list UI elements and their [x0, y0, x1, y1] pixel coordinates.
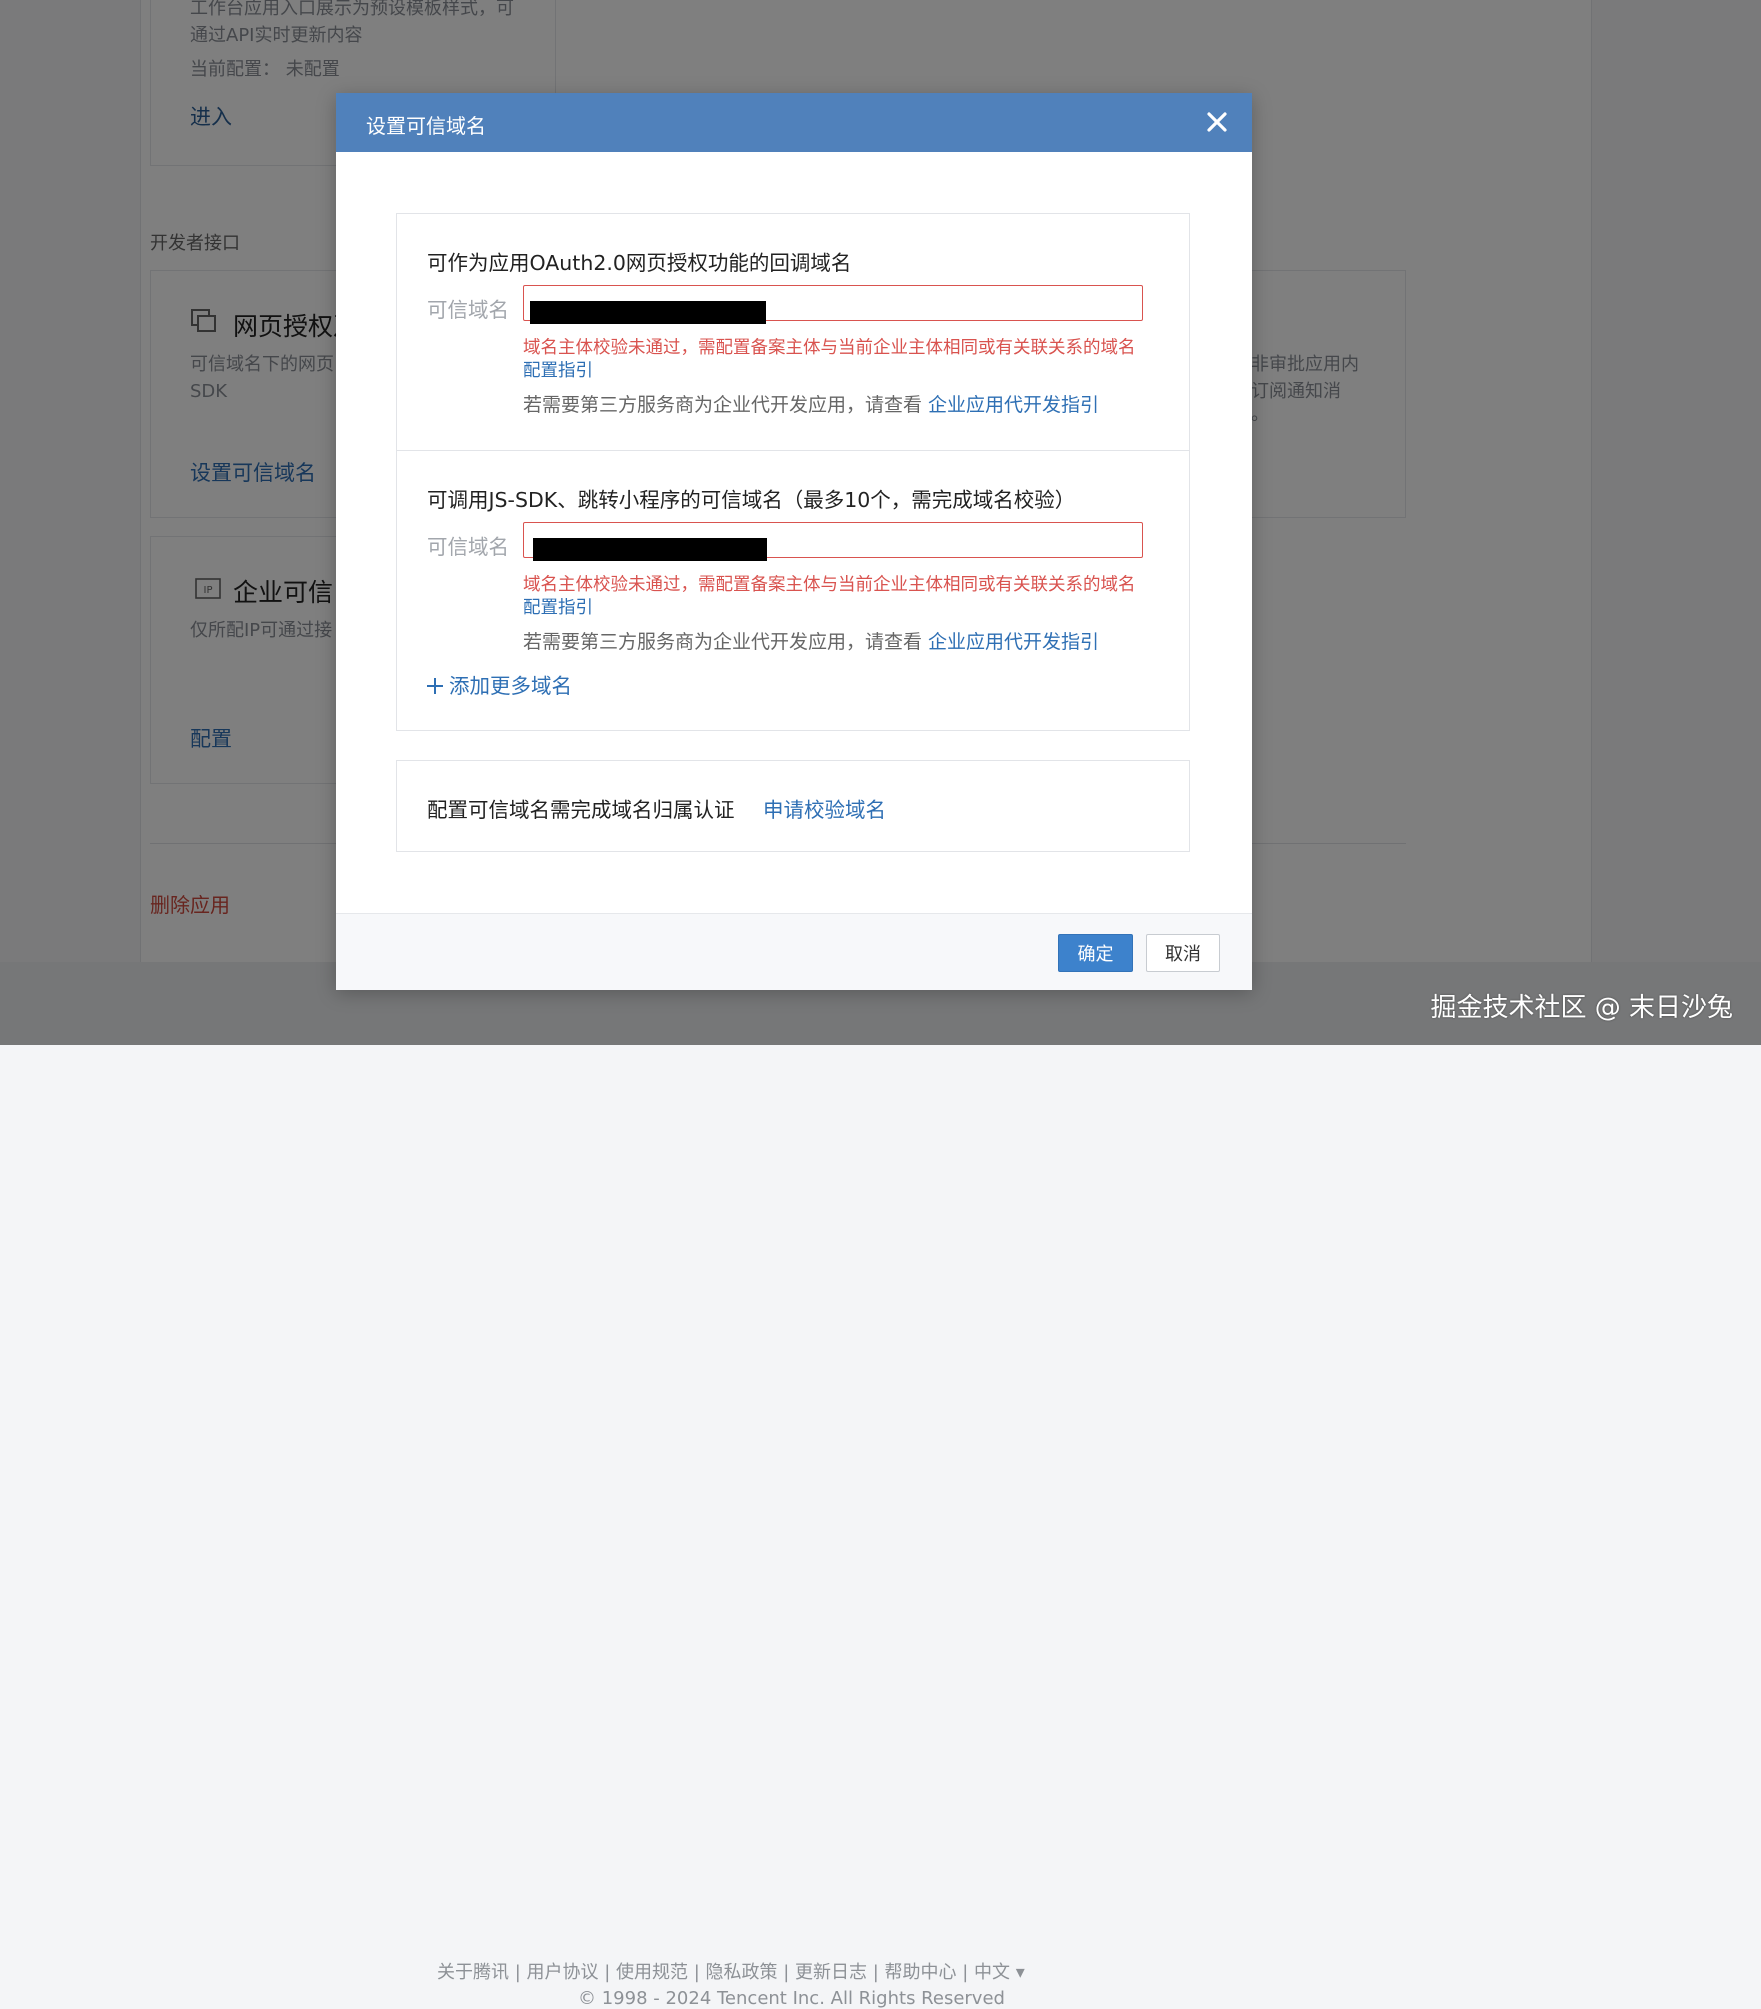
domain-verify-panel: 配置可信域名需完成域名归属认证 申请校验域名: [396, 760, 1190, 852]
cancel-button[interactable]: 取消: [1146, 934, 1220, 972]
jssdk-domain-label: 可信域名: [427, 535, 509, 559]
add-more-domain-button[interactable]: 添加更多域名: [427, 669, 572, 699]
dialog-footer: 确定 取消: [336, 913, 1252, 990]
add-more-domain-label: 添加更多域名: [449, 674, 572, 698]
domain-verify-text: 配置可信域名需完成域名归属认证: [427, 798, 735, 822]
apply-verify-domain-link[interactable]: 申请校验域名: [763, 793, 886, 823]
domain-config-panel: 可作为应用OAuth2.0网页授权功能的回调域名 可信域名 域名主体校验未通过，…: [396, 213, 1190, 731]
jssdk-domain-section: 可调用JS-SDK、跳转小程序的可信域名（最多10个，需完成域名校验） 可信域名…: [397, 451, 1189, 731]
confirm-button[interactable]: 确定: [1058, 934, 1133, 972]
oauth-domain-section: 可作为应用OAuth2.0网页授权功能的回调域名 可信域名 域名主体校验未通过，…: [397, 214, 1189, 450]
oauth-config-guide-link[interactable]: 配置指引: [523, 357, 593, 382]
jssdk-agent-dev-guide-link[interactable]: 企业应用代开发指引: [928, 631, 1099, 653]
oauth-hint-text: 若需要第三方服务商为企业代开发应用，请查看: [523, 394, 929, 416]
oauth-third-party-hint: 若需要第三方服务商为企业代开发应用，请查看 企业应用代开发指引: [523, 390, 1099, 417]
jssdk-third-party-hint: 若需要第三方服务商为企业代开发应用，请查看 企业应用代开发指引: [523, 627, 1099, 654]
dialog-header: 设置可信域名: [336, 93, 1252, 152]
oauth-agent-dev-guide-link[interactable]: 企业应用代开发指引: [928, 394, 1099, 416]
jssdk-domain-error: 域名主体校验未通过，需配置备案主体与当前企业主体相同或有关联关系的域名: [523, 575, 1136, 595]
footer-links[interactable]: 关于腾讯 | 用户协议 | 使用规范 | 隐私政策 | 更新日志 | 帮助中心 …: [437, 1958, 1025, 1984]
close-icon[interactable]: [1202, 107, 1232, 137]
trusted-domain-dialog: 设置可信域名 可作为应用OAuth2.0网页授权功能的回调域名 可信域名 域名主…: [336, 93, 1252, 990]
dialog-title: 设置可信域名: [366, 114, 486, 138]
footer-copyright: © 1998 - 2024 Tencent Inc. All Rights Re…: [578, 1988, 1005, 2009]
oauth-section-title: 可作为应用OAuth2.0网页授权功能的回调域名: [427, 251, 852, 275]
redacted-domain: [533, 538, 767, 561]
oauth-domain-error: 域名主体校验未通过，需配置备案主体与当前企业主体相同或有关联关系的域名: [523, 338, 1136, 358]
plus-icon: [427, 678, 443, 694]
redacted-domain: [530, 301, 766, 324]
jssdk-config-guide-link[interactable]: 配置指引: [523, 594, 593, 619]
jssdk-hint-text: 若需要第三方服务商为企业代开发应用，请查看: [523, 631, 929, 653]
jssdk-section-title: 可调用JS-SDK、跳转小程序的可信域名（最多10个，需完成域名校验）: [427, 488, 1076, 512]
watermark: 掘金技术社区 @ 末日沙兔: [1430, 993, 1733, 1023]
oauth-domain-label: 可信域名: [427, 298, 509, 322]
